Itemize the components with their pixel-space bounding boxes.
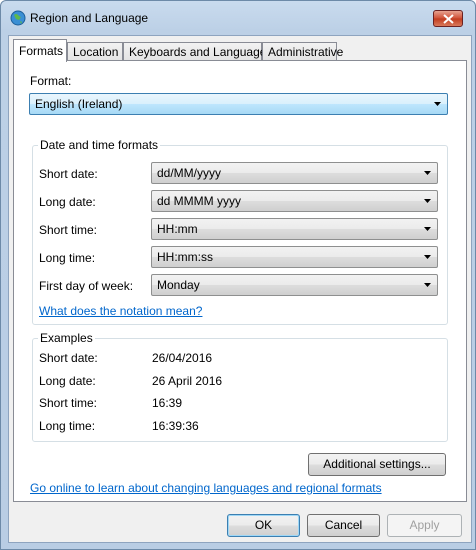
long-date-value: dd MMMM yyyy	[157, 194, 241, 208]
first-day-label: First day of week:	[39, 279, 134, 293]
tab-keyboards-languages[interactable]: Keyboards and Languages	[123, 42, 272, 61]
example-short-time-value: 16:39	[152, 396, 183, 410]
example-short-date-value: 26/04/2016	[152, 351, 213, 365]
date-time-formats-title: Date and time formats	[38, 138, 161, 152]
format-value: English (Ireland)	[35, 97, 123, 111]
long-date-dropdown[interactable]: dd MMMM yyyy	[151, 190, 438, 212]
example-long-time-label: Long time:	[39, 419, 96, 433]
first-day-value: Monday	[157, 278, 200, 292]
window-title: Region and Language	[30, 11, 149, 25]
chevron-down-icon	[434, 102, 441, 106]
example-short-time-label: Short time:	[39, 396, 98, 410]
short-time-dropdown[interactable]: HH:mm	[151, 218, 438, 240]
short-date-value: dd/MM/yyyy	[157, 166, 222, 180]
format-label: Format:	[30, 74, 72, 88]
chevron-down-icon	[424, 227, 431, 231]
online-languages-link[interactable]: Go online to learn about changing langua…	[30, 481, 382, 495]
date-time-formats-group: Date and time formats Short date: dd/MM/…	[32, 138, 448, 325]
format-dropdown[interactable]: English (Ireland)	[29, 93, 448, 115]
examples-title: Examples	[38, 331, 95, 345]
chevron-down-icon	[424, 171, 431, 175]
chevron-down-icon	[424, 283, 431, 287]
examples-group: Examples Short date: 26/04/2016 Long dat…	[32, 331, 448, 442]
ok-button[interactable]: OK	[227, 514, 300, 537]
title-bar: Region and Language	[1, 1, 475, 35]
chevron-down-icon	[424, 199, 431, 203]
region-language-window: Region and Language Formats Location Key…	[0, 0, 476, 550]
tab-formats[interactable]: Formats	[13, 39, 67, 62]
tab-administrative[interactable]: Administrative	[262, 42, 343, 61]
chevron-down-icon	[424, 255, 431, 259]
tab-location[interactable]: Location	[67, 42, 123, 61]
example-long-time-value: 16:39:36	[152, 419, 199, 433]
short-date-label: Short date:	[39, 167, 98, 181]
cancel-button[interactable]: Cancel	[307, 514, 380, 537]
formats-panel: Format: English (Ireland) Date and time …	[13, 60, 467, 502]
apply-button[interactable]: Apply	[387, 514, 462, 537]
close-button[interactable]	[433, 10, 463, 27]
short-time-label: Short time:	[39, 223, 98, 237]
dialog-client: Formats Location Keyboards and Languages…	[8, 35, 472, 543]
example-long-date-label: Long date:	[39, 374, 96, 388]
short-date-dropdown[interactable]: dd/MM/yyyy	[151, 162, 438, 184]
globe-icon	[10, 10, 26, 26]
short-time-value: HH:mm	[157, 222, 198, 236]
long-time-label: Long time:	[39, 251, 96, 265]
example-short-date-label: Short date:	[39, 351, 98, 365]
long-time-dropdown[interactable]: HH:mm:ss	[151, 246, 438, 268]
long-time-value: HH:mm:ss	[157, 250, 213, 264]
additional-settings-button[interactable]: Additional settings...	[308, 453, 446, 476]
notation-help-link[interactable]: What does the notation mean?	[39, 304, 202, 318]
first-day-dropdown[interactable]: Monday	[151, 274, 438, 296]
example-long-date-value: 26 April 2016	[152, 374, 223, 388]
long-date-label: Long date:	[39, 195, 96, 209]
close-icon	[443, 14, 454, 24]
